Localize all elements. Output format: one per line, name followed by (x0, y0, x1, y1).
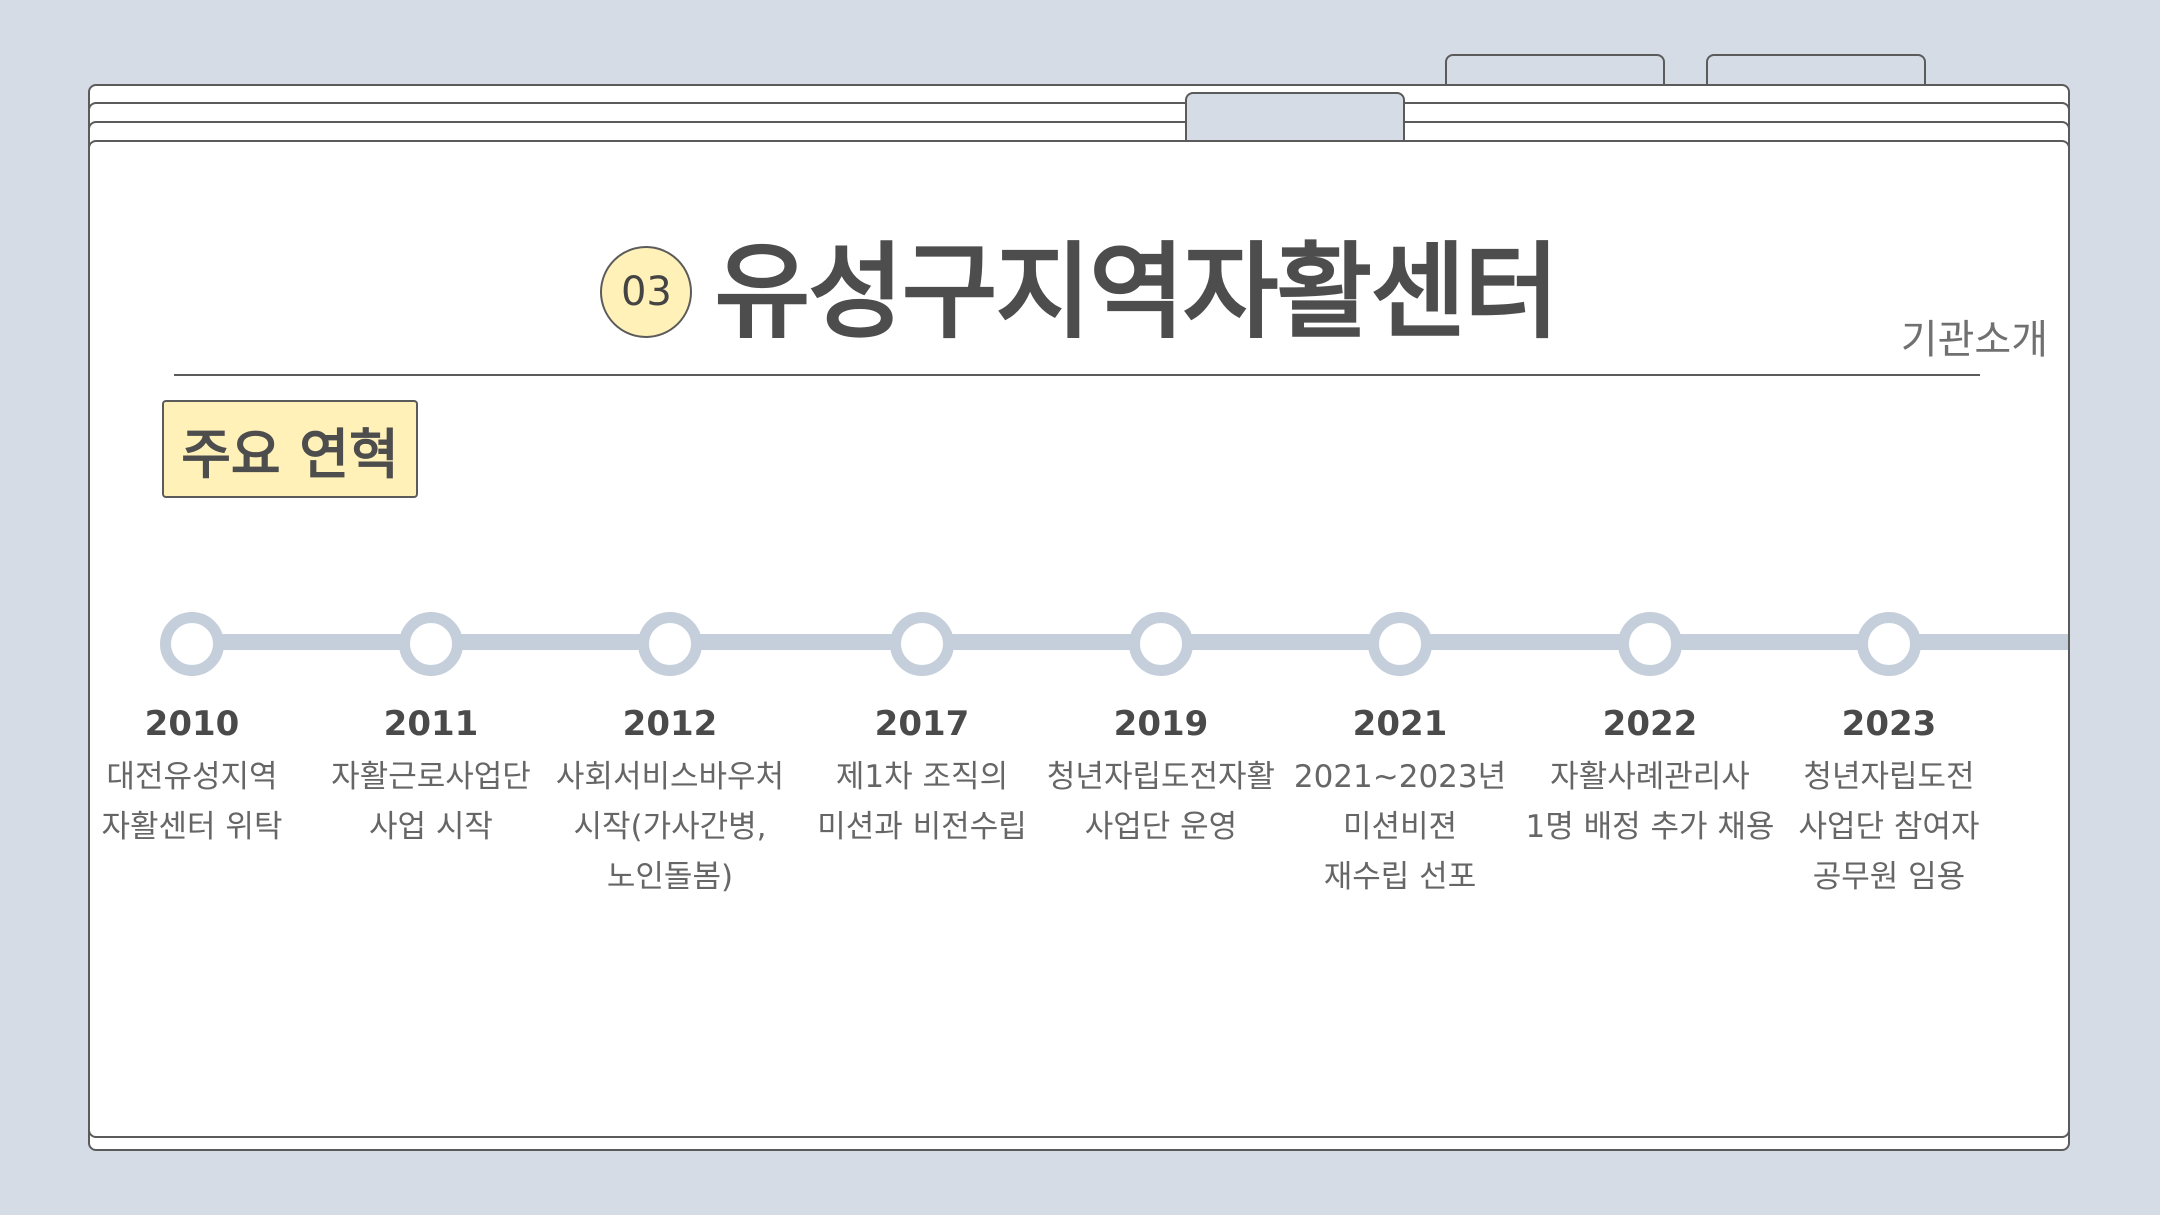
timeline-description: 자활사례관리사 1명 배정 추가 채용 (1525, 759, 1775, 845)
timeline-description: 대전유성지역 자활센터 위탁 (101, 759, 283, 845)
timeline-year: 2011 (383, 704, 479, 744)
timeline-item: 2012 사회서비스바우처 시작(가사간병, 노인돌봄) (550, 612, 790, 902)
timeline-year: 2010 (144, 704, 240, 744)
title-divider (174, 374, 1980, 376)
timeline-dot (1618, 612, 1682, 676)
timeline-year: 2022 (1602, 704, 1698, 744)
page-title: 유성구지역자활센터 (714, 231, 1559, 353)
timeline-dot (1129, 612, 1193, 676)
timeline-item: 2021 2021~2023년 미션비젼 재수립 선포 (1280, 612, 1520, 902)
timeline-item: 2011 자활근로사업단 사업 시작 (311, 612, 551, 852)
timeline-item: 2017 제1차 조직의 미션과 비전수립 (802, 612, 1042, 852)
folder-tab-active (1185, 92, 1405, 142)
timeline-description: 청년자립도전 사업단 참여자 공무원 임용 (1798, 759, 1980, 895)
timeline-description: 자활근로사업단 사업 시작 (331, 759, 531, 845)
timeline-description: 청년자립도전자활 사업단 운영 (1046, 759, 1276, 845)
main-card: 03 유성구지역자활센터 기관소개 주요 연혁 2010 대전유성지역 자활센터 … (88, 140, 2070, 1138)
timeline-dot (638, 612, 702, 676)
timeline-item: 2023 청년자립도전 사업단 참여자 공무원 임용 (1769, 612, 2009, 902)
timeline-dot (399, 612, 463, 676)
timeline-description: 제1차 조직의 미션과 비전수립 (817, 759, 1027, 845)
timeline-item: 2010 대전유성지역 자활센터 위탁 (90, 612, 312, 852)
timeline-year: 2019 (1113, 704, 1209, 744)
timeline-year: 2021 (1352, 704, 1448, 744)
timeline-description: 사회서비스바우처 시작(가사간병, 노인돌봄) (555, 759, 785, 895)
timeline-year: 2017 (874, 704, 970, 744)
section-number-badge: 03 (600, 246, 693, 338)
timeline-year: 2023 (1841, 704, 1937, 744)
timeline-year: 2012 (622, 704, 718, 744)
timeline-dot (160, 612, 224, 676)
timeline-item: 2019 청년자립도전자활 사업단 운영 (1041, 612, 1281, 852)
section-label: 기관소개 (1900, 317, 2048, 363)
timeline-item: 2022 자활사례관리사 1명 배정 추가 채용 (1526, 612, 1774, 852)
timeline-dot (890, 612, 954, 676)
timeline-description: 2021~2023년 미션비젼 재수립 선포 (1293, 759, 1507, 895)
history-label-badge: 주요 연혁 (162, 400, 418, 498)
timeline-dot (1368, 612, 1432, 676)
timeline-dot (1857, 612, 1921, 676)
title-row: 03 유성구지역자활센터 (90, 227, 2068, 357)
